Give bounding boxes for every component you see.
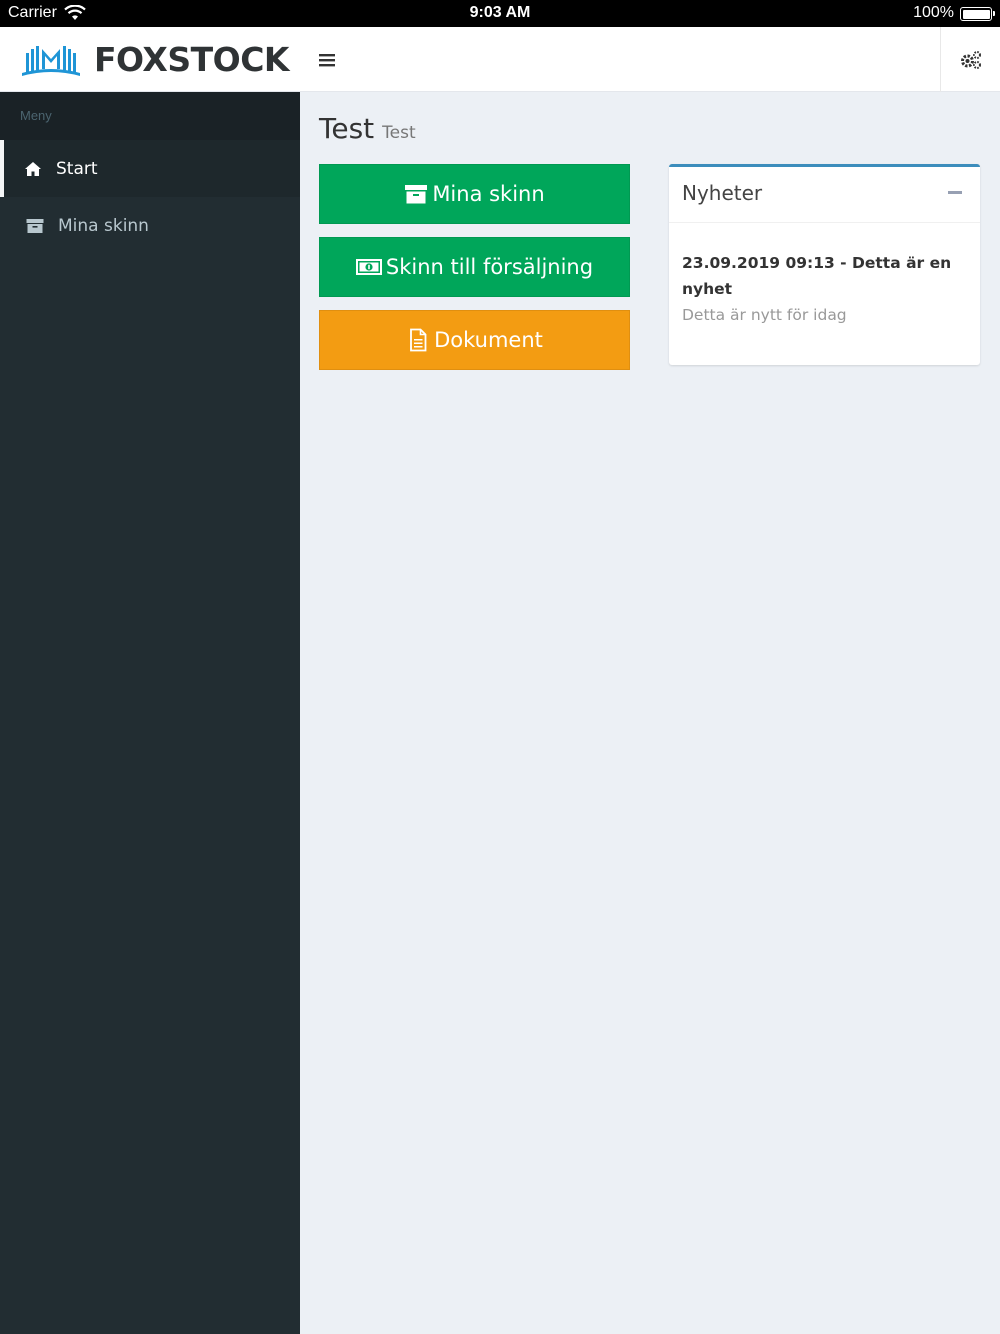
top-header: FOXSTOCK (0, 27, 1000, 92)
page-title-text: Test (319, 112, 375, 145)
archive-icon (405, 185, 428, 204)
main-content: Test Test Mina skinn Skinn till försäljni… (300, 92, 1000, 1334)
sidebar: Meny Start Mina skinn (0, 92, 300, 1334)
clock: 9:03 AM (469, 4, 531, 21)
button-label: Skinn till försäljning (385, 255, 594, 279)
news-box: Nyheter 23.09.2019 09:13 - Detta är en n… (669, 164, 980, 365)
document-icon (410, 328, 427, 352)
dokument-button[interactable]: Dokument (319, 310, 630, 370)
status-bar: Carrier 9:03 AM 100% (0, 0, 1000, 27)
skinn-till-forsaljning-button[interactable]: Skinn till försäljning (319, 237, 630, 297)
archive-icon (26, 218, 44, 234)
page-subtitle: Test (382, 123, 416, 143)
sidebar-item-start[interactable]: Start (0, 140, 300, 197)
gears-icon (960, 50, 981, 69)
minus-icon (948, 191, 962, 194)
mina-skinn-button[interactable]: Mina skinn (319, 164, 630, 224)
news-box-title: Nyheter (682, 181, 763, 205)
battery-percent: 100% (913, 4, 954, 21)
money-icon (355, 259, 382, 275)
settings-button[interactable] (940, 27, 1000, 92)
news-box-body: 23.09.2019 09:13 - Detta är en nyhet Det… (669, 223, 980, 355)
news-text: Detta är nytt för idag (682, 306, 847, 324)
battery-icon (960, 7, 995, 21)
news-box-header: Nyheter (669, 167, 980, 223)
page-title: Test Test (319, 112, 416, 145)
foxstock-logo-icon (22, 45, 80, 76)
app-logo[interactable]: FOXSTOCK (0, 27, 300, 92)
button-label: Dokument (434, 328, 543, 352)
sidebar-menu-header: Meny (0, 92, 300, 140)
hamburger-icon (319, 54, 335, 67)
sidebar-item-label: Start (56, 158, 98, 179)
button-label: Mina skinn (432, 182, 545, 206)
sidebar-item-mina-skinn[interactable]: Mina skinn (0, 197, 300, 254)
news-headline: 23.09.2019 09:13 - Detta är en nyhet (682, 254, 952, 298)
sidebar-toggle-button[interactable] (310, 45, 344, 75)
sidebar-item-label: Mina skinn (58, 215, 149, 236)
home-icon (24, 161, 42, 177)
logo-text: FOXSTOCK (94, 40, 289, 79)
